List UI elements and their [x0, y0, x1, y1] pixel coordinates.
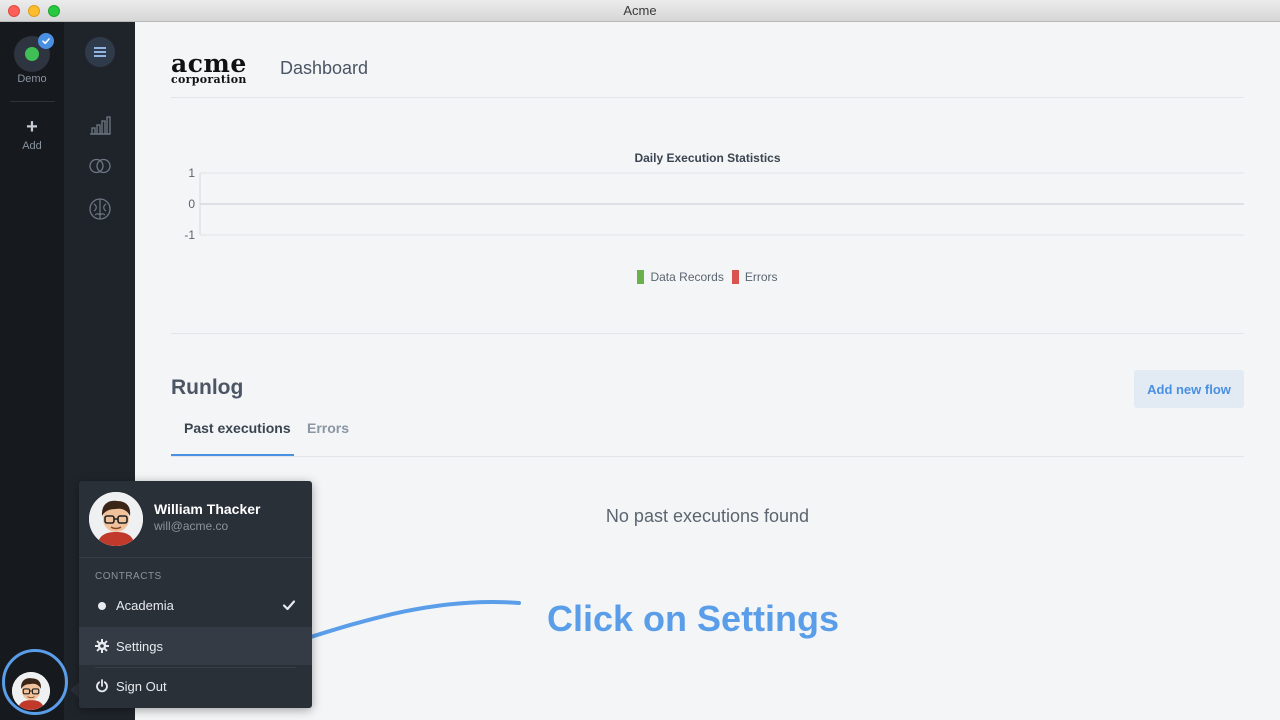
workspace-demo[interactable]: [14, 33, 54, 72]
chart-divider: [171, 333, 1244, 334]
gear-icon: [95, 639, 109, 653]
window-controls: [8, 5, 60, 17]
sign-out-label: Sign Out: [116, 678, 167, 694]
legend-swatch: [637, 270, 645, 284]
legend-item-errors[interactable]: Errors: [731, 270, 778, 284]
legend-label: Data Records: [650, 270, 724, 284]
window-titlebar: Acme: [0, 0, 1280, 22]
hamburger-icon[interactable]: [85, 37, 115, 67]
rings-icon[interactable]: [87, 153, 113, 179]
bar-chart-icon[interactable]: [87, 112, 113, 138]
settings-label: Settings: [116, 638, 163, 654]
user-name: William Thacker: [154, 501, 261, 517]
legend-item-data-records[interactable]: Data Records: [637, 270, 724, 284]
tab-errors[interactable]: Errors: [307, 420, 349, 436]
workspace-label: Demo: [17, 73, 47, 85]
contracts-section-label: CONTRACTS: [95, 571, 162, 582]
user-email: will@acme.co: [154, 519, 229, 533]
runlog-title: Runlog: [171, 376, 244, 399]
header-divider: [171, 97, 1244, 98]
rail-divider: [10, 101, 55, 102]
power-icon: [96, 679, 108, 693]
contract-label: Academia: [116, 597, 174, 613]
settings-menu-item[interactable]: Settings: [79, 627, 312, 665]
avatar: [89, 492, 143, 546]
checkmark-icon: [282, 600, 296, 611]
legend-label: Errors: [744, 270, 778, 284]
minimize-window-button[interactable]: [28, 5, 40, 17]
brain-icon[interactable]: [87, 196, 113, 222]
tutorial-caption: Click on Settings: [547, 598, 840, 639]
bullet-icon: [98, 602, 106, 610]
legend-swatch: [731, 270, 739, 284]
popover-divider: [79, 557, 312, 558]
plus-icon[interactable]: +: [0, 115, 64, 139]
sign-out-menu-item[interactable]: Sign Out: [79, 667, 312, 705]
tab-past-executions[interactable]: Past executions: [184, 420, 291, 436]
add-new-flow-button[interactable]: Add new flow: [1134, 370, 1244, 408]
page-title: Dashboard: [280, 58, 369, 78]
maximize-window-button[interactable]: [48, 5, 60, 17]
checkmark-icon: [38, 33, 54, 49]
user-menu-popover: William Thacker will@acme.co CONTRACTS A…: [79, 481, 312, 708]
logo-line2: corporation: [171, 73, 247, 86]
y-tick-label: -1: [184, 228, 195, 242]
status-dot: [25, 47, 39, 61]
chart-legend: Data Records Errors: [171, 270, 1244, 284]
acme-logo: acme corporation: [171, 51, 247, 85]
highlight-ring: [2, 649, 68, 715]
tabs-divider: [171, 456, 1244, 457]
contract-item-academia[interactable]: Academia: [79, 586, 312, 624]
add-workspace-label[interactable]: Add: [0, 140, 64, 152]
window-title: Acme: [623, 3, 657, 18]
close-window-button[interactable]: [8, 5, 20, 17]
y-tick-label: 1: [188, 166, 195, 180]
y-tick-label: 0: [188, 197, 195, 211]
active-tab-indicator: [171, 454, 294, 456]
empty-state-message: No past executions found: [605, 506, 810, 526]
execution-chart: 1 0 -1: [184, 166, 1244, 242]
popover-pointer: [70, 682, 79, 698]
